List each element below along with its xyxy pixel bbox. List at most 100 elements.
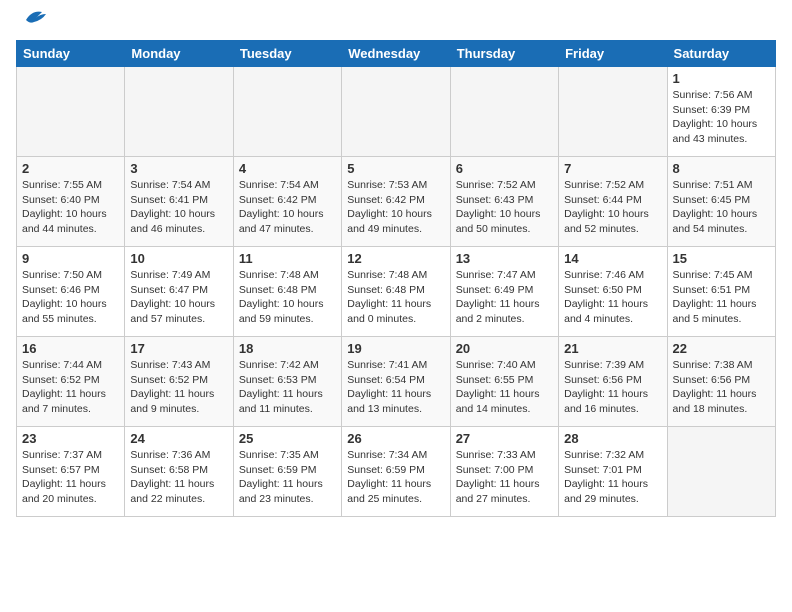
calendar-cell [559, 67, 667, 157]
day-number: 18 [239, 341, 336, 356]
calendar-week-row: 16 Sunrise: 7:44 AM Sunset: 6:52 PM Dayli… [17, 337, 776, 427]
day-number: 16 [22, 341, 119, 356]
calendar-week-row: 9 Sunrise: 7:50 AM Sunset: 6:46 PM Daylig… [17, 247, 776, 337]
day-info: Sunrise: 7:52 AM Sunset: 6:44 PM Dayligh… [564, 178, 661, 237]
calendar-cell: 20Sunrise: 7:40 AM Sunset: 6:55 PM Dayli… [450, 337, 558, 427]
day-info: Sunrise: 7:39 AM Sunset: 6:56 PM Dayligh… [564, 358, 661, 417]
calendar-cell: 25Sunrise: 7:35 AM Sunset: 6:59 PM Dayli… [233, 427, 341, 517]
day-number: 2 [22, 161, 119, 176]
day-info: Sunrise: 7:56 AM Sunset: 6:39 PM Dayligh… [673, 88, 770, 147]
day-number: 24 [130, 431, 227, 446]
calendar-cell [233, 67, 341, 157]
calendar-cell: 10 Sunrise: 7:49 AM Sunset: 6:47 PM Dayli… [125, 247, 233, 337]
day-number: 9 [22, 251, 119, 266]
weekday-header: Sunday [17, 41, 125, 67]
day-info: Sunrise: 7:54 AM Sunset: 6:42 PM Dayligh… [239, 178, 336, 237]
day-number: 5 [347, 161, 444, 176]
calendar-cell: 14 Sunrise: 7:46 AM Sunset: 6:50 PM Dayli… [559, 247, 667, 337]
calendar-table: SundayMondayTuesdayWednesdayThursdayFrid… [16, 40, 776, 517]
day-info: Sunrise: 7:48 AM Sunset: 6:48 PM Dayligh… [347, 268, 444, 327]
day-info: Sunrise: 7:55 AM Sunset: 6:40 PM Dayligh… [22, 178, 119, 237]
day-info: Sunrise: 7:44 AM Sunset: 6:52 PM Dayligh… [22, 358, 119, 417]
day-number: 7 [564, 161, 661, 176]
day-number: 26 [347, 431, 444, 446]
day-info: Sunrise: 7:50 AM Sunset: 6:46 PM Dayligh… [22, 268, 119, 327]
calendar-cell: 19 Sunrise: 7:41 AM Sunset: 6:54 PM Dayli… [342, 337, 450, 427]
calendar-cell [667, 427, 775, 517]
calendar-cell: 7 Sunrise: 7:52 AM Sunset: 6:44 PM Daylig… [559, 157, 667, 247]
day-number: 21 [564, 341, 661, 356]
day-info: Sunrise: 7:32 AM Sunset: 7:01 PM Dayligh… [564, 448, 661, 507]
calendar-cell: 26 Sunrise: 7:34 AM Sunset: 6:59 PM Dayli… [342, 427, 450, 517]
day-number: 19 [347, 341, 444, 356]
day-number: 14 [564, 251, 661, 266]
day-info: Sunrise: 7:36 AM Sunset: 6:58 PM Dayligh… [130, 448, 227, 507]
calendar-week-row: 2 Sunrise: 7:55 AM Sunset: 6:40 PM Daylig… [17, 157, 776, 247]
day-info: Sunrise: 7:38 AM Sunset: 6:56 PM Dayligh… [673, 358, 770, 417]
calendar-cell: 22 Sunrise: 7:38 AM Sunset: 6:56 PM Dayli… [667, 337, 775, 427]
day-number: 8 [673, 161, 770, 176]
calendar-cell: 23 Sunrise: 7:37 AM Sunset: 6:57 PM Dayli… [17, 427, 125, 517]
day-info: Sunrise: 7:54 AM Sunset: 6:41 PM Dayligh… [130, 178, 227, 237]
calendar-cell: 5 Sunrise: 7:53 AM Sunset: 6:42 PM Daylig… [342, 157, 450, 247]
day-number: 22 [673, 341, 770, 356]
day-number: 1 [673, 71, 770, 86]
day-number: 25 [239, 431, 336, 446]
day-number: 12 [347, 251, 444, 266]
day-number: 6 [456, 161, 553, 176]
day-info: Sunrise: 7:42 AM Sunset: 6:53 PM Dayligh… [239, 358, 336, 417]
calendar-week-row: 1 Sunrise: 7:56 AM Sunset: 6:39 PM Daylig… [17, 67, 776, 157]
calendar-cell: 28Sunrise: 7:32 AM Sunset: 7:01 PM Dayli… [559, 427, 667, 517]
calendar-week-row: 23 Sunrise: 7:37 AM Sunset: 6:57 PM Dayli… [17, 427, 776, 517]
calendar-cell: 24 Sunrise: 7:36 AM Sunset: 6:58 PM Dayli… [125, 427, 233, 517]
calendar-cell: 16 Sunrise: 7:44 AM Sunset: 6:52 PM Dayli… [17, 337, 125, 427]
day-info: Sunrise: 7:45 AM Sunset: 6:51 PM Dayligh… [673, 268, 770, 327]
day-number: 3 [130, 161, 227, 176]
calendar-cell [125, 67, 233, 157]
calendar-cell: 2 Sunrise: 7:55 AM Sunset: 6:40 PM Daylig… [17, 157, 125, 247]
day-info: Sunrise: 7:33 AM Sunset: 7:00 PM Dayligh… [456, 448, 553, 507]
day-info: Sunrise: 7:43 AM Sunset: 6:52 PM Dayligh… [130, 358, 227, 417]
day-info: Sunrise: 7:49 AM Sunset: 6:47 PM Dayligh… [130, 268, 227, 327]
page-header [16, 16, 776, 30]
calendar-cell [450, 67, 558, 157]
weekday-header: Saturday [667, 41, 775, 67]
calendar-cell: 6 Sunrise: 7:52 AM Sunset: 6:43 PM Daylig… [450, 157, 558, 247]
calendar-cell: 9 Sunrise: 7:50 AM Sunset: 6:46 PM Daylig… [17, 247, 125, 337]
calendar-cell: 3 Sunrise: 7:54 AM Sunset: 6:41 PM Daylig… [125, 157, 233, 247]
day-info: Sunrise: 7:37 AM Sunset: 6:57 PM Dayligh… [22, 448, 119, 507]
day-info: Sunrise: 7:40 AM Sunset: 6:55 PM Dayligh… [456, 358, 553, 417]
day-info: Sunrise: 7:53 AM Sunset: 6:42 PM Dayligh… [347, 178, 444, 237]
weekday-header: Friday [559, 41, 667, 67]
calendar-cell: 12 Sunrise: 7:48 AM Sunset: 6:48 PM Dayli… [342, 247, 450, 337]
calendar-cell: 21 Sunrise: 7:39 AM Sunset: 6:56 PM Dayli… [559, 337, 667, 427]
calendar-cell: 4 Sunrise: 7:54 AM Sunset: 6:42 PM Daylig… [233, 157, 341, 247]
day-number: 10 [130, 251, 227, 266]
day-info: Sunrise: 7:46 AM Sunset: 6:50 PM Dayligh… [564, 268, 661, 327]
day-info: Sunrise: 7:51 AM Sunset: 6:45 PM Dayligh… [673, 178, 770, 237]
calendar-cell: 1 Sunrise: 7:56 AM Sunset: 6:39 PM Daylig… [667, 67, 775, 157]
day-info: Sunrise: 7:52 AM Sunset: 6:43 PM Dayligh… [456, 178, 553, 237]
day-info: Sunrise: 7:34 AM Sunset: 6:59 PM Dayligh… [347, 448, 444, 507]
day-number: 4 [239, 161, 336, 176]
calendar-cell: 17 Sunrise: 7:43 AM Sunset: 6:52 PM Dayli… [125, 337, 233, 427]
weekday-header: Wednesday [342, 41, 450, 67]
day-number: 15 [673, 251, 770, 266]
day-info: Sunrise: 7:47 AM Sunset: 6:49 PM Dayligh… [456, 268, 553, 327]
calendar-header-row: SundayMondayTuesdayWednesdayThursdayFrid… [17, 41, 776, 67]
day-number: 13 [456, 251, 553, 266]
calendar-cell: 11 Sunrise: 7:48 AM Sunset: 6:48 PM Dayli… [233, 247, 341, 337]
day-number: 27 [456, 431, 553, 446]
day-number: 11 [239, 251, 336, 266]
calendar-cell [342, 67, 450, 157]
calendar-cell: 8 Sunrise: 7:51 AM Sunset: 6:45 PM Daylig… [667, 157, 775, 247]
day-number: 17 [130, 341, 227, 356]
logo-bird-icon [18, 8, 50, 30]
weekday-header: Monday [125, 41, 233, 67]
day-info: Sunrise: 7:48 AM Sunset: 6:48 PM Dayligh… [239, 268, 336, 327]
logo [16, 16, 50, 30]
calendar-cell: 27 Sunrise: 7:33 AM Sunset: 7:00 PM Dayli… [450, 427, 558, 517]
day-number: 23 [22, 431, 119, 446]
calendar-cell: 13 Sunrise: 7:47 AM Sunset: 6:49 PM Dayli… [450, 247, 558, 337]
day-info: Sunrise: 7:41 AM Sunset: 6:54 PM Dayligh… [347, 358, 444, 417]
